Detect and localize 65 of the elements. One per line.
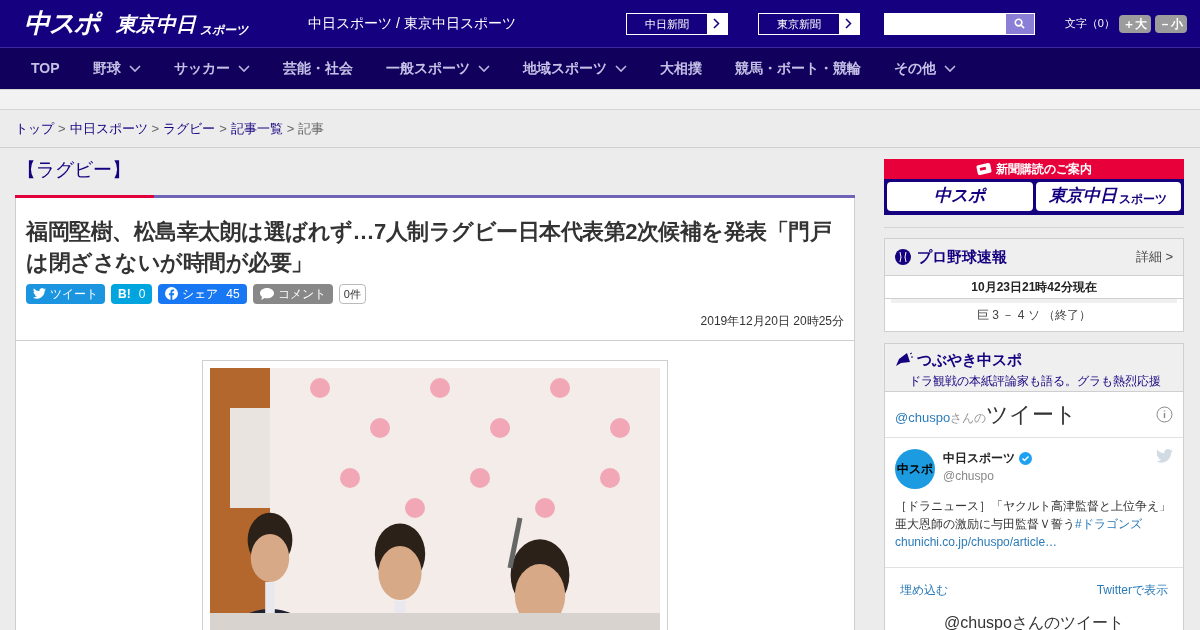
facebook-icon xyxy=(165,287,179,300)
nav-item[interactable]: 大相撲 xyxy=(659,58,702,79)
update-time: 10月23日21時42分現在 xyxy=(885,275,1183,298)
breadcrumb-link[interactable]: 記事一覧 xyxy=(230,118,283,139)
avatar[interactable]: 中スポ xyxy=(895,449,935,489)
nav-item[interactable]: 芸能・社会 xyxy=(282,58,353,79)
info-icon[interactable] xyxy=(1156,406,1173,423)
chevron-right-icon xyxy=(713,18,721,29)
breadcrumb-current: 記事 xyxy=(298,119,325,138)
site-logo[interactable]: 中スポ xyxy=(24,4,101,43)
megaphone-icon xyxy=(895,352,913,369)
embed-link[interactable]: 埋め込む xyxy=(900,580,948,599)
hashtag-link[interactable]: #ドラゴンズ xyxy=(1075,517,1142,531)
bird-icon xyxy=(33,288,46,299)
nav-item[interactable]: 一般スポーツ xyxy=(385,58,490,79)
newspaper-link[interactable]: 中日新聞 xyxy=(625,12,728,35)
search-field[interactable] xyxy=(883,12,1035,35)
author-handle: @chuspo xyxy=(943,468,995,485)
article-date: 2019年12月20日 20時25分 xyxy=(699,312,844,330)
nav-item[interactable]: サッカー xyxy=(173,58,250,79)
panel-title: プロ野球速報 xyxy=(917,246,1007,267)
baseball-icon xyxy=(895,249,911,265)
chevron-down-icon xyxy=(128,64,141,73)
breadcrumb-link[interactable]: ラグビー xyxy=(163,118,216,139)
tweet-text: ［ドラニュース］「ヤクルト高津監督と上位争え」亜大恩師の激励に与田監督Ｖ誓う#ドラゴンズ chunichi.co.jp/chuspo/article… xyxy=(895,498,1172,551)
category-heading: 【ラグビー】 xyxy=(17,158,132,182)
font-size-label: 文字（0） xyxy=(1064,16,1115,32)
newspaper-link[interactable]: 東京新聞 xyxy=(757,12,860,35)
timeline-heading: @chuspoさんのツイート xyxy=(895,401,1078,429)
panel-subtitle: ドラ観戦の本紙評論家も語る。グラも熱烈応援 xyxy=(909,372,1162,390)
share-button[interactable]: コメント xyxy=(252,283,333,304)
breadcrumb-separator: > xyxy=(286,119,295,138)
chevron-right-icon xyxy=(845,18,853,29)
newspaper-logo-link[interactable]: 中スポ xyxy=(887,182,1033,211)
breadcrumb-link[interactable]: 中日スポーツ xyxy=(69,118,148,139)
tweet-url-link[interactable]: chunichi.co.jp/chuspo/article… xyxy=(895,535,1058,549)
nav-item[interactable]: 競馬・ボート・競輪 xyxy=(734,58,861,79)
bird-icon xyxy=(1156,449,1173,463)
search-button[interactable] xyxy=(1005,13,1034,34)
breadcrumb-link[interactable]: トップ xyxy=(15,118,54,139)
detail-link[interactable]: 詳細 > xyxy=(1135,247,1173,267)
panel-title: つぶやき中スポ xyxy=(917,350,1022,370)
breadcrumb-separator: > xyxy=(151,119,160,138)
chevron-down-icon xyxy=(614,64,627,73)
chevron-down-icon xyxy=(237,64,250,73)
breadcrumb-separator: > xyxy=(219,119,227,138)
nav-item[interactable]: その他 xyxy=(893,58,956,79)
nav-item[interactable]: 地域スポーツ xyxy=(522,58,627,79)
verified-icon xyxy=(1019,451,1032,465)
search-icon xyxy=(1014,18,1026,29)
nav-item[interactable]: TOP xyxy=(31,58,60,79)
comment-count: 0件 xyxy=(338,283,366,304)
author-name[interactable]: 中日スポーツ xyxy=(943,449,1015,467)
nav-item[interactable]: 野球 xyxy=(92,58,141,79)
site-names: 中日スポーツ / 東京中日スポーツ xyxy=(308,14,516,33)
breadcrumb-separator: > xyxy=(58,119,66,138)
newspaper-icon xyxy=(976,163,992,175)
subscribe-title: 新聞購読のご案内 xyxy=(996,161,1092,178)
game-score[interactable]: 巨 3 － 4 ソ （終了） xyxy=(885,303,1183,331)
article-title: 福岡堅樹、松島幸太朗は選ばれず…7人制ラグビー日本代表第2次候補を発表「門戸は閉ざさないが時間が必要」 xyxy=(26,217,833,277)
view-on-twitter-link[interactable]: Twitterで表示 xyxy=(1096,580,1168,599)
chevron-down-icon xyxy=(943,64,956,73)
chevron-down-icon xyxy=(477,64,490,73)
share-button[interactable]: シェア 45 xyxy=(158,283,247,304)
speech-bubble-icon xyxy=(259,287,274,300)
